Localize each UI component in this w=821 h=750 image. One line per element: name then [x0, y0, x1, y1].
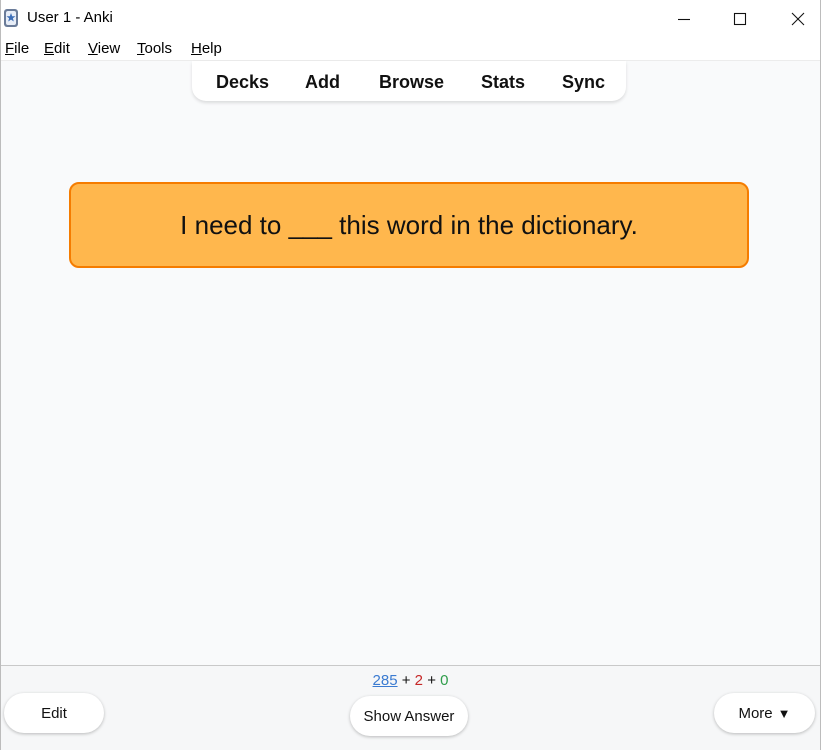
show-answer-label: Show Answer	[363, 707, 455, 725]
anki-app-icon	[3, 8, 19, 28]
menu-help-accel: H	[191, 40, 202, 57]
review-bottom-bar: 285 + 2 + 0 Edit Show Answer More ▼	[1, 665, 820, 750]
due-counts: 285 + 2 + 0	[1, 672, 820, 689]
toolbar-add-link[interactable]: Add	[305, 72, 340, 93]
toolbar-sync-link[interactable]: Sync	[562, 72, 605, 93]
menu-view-accel: V	[88, 40, 98, 57]
menu-file-accel: F	[5, 40, 15, 57]
toolbar-decks-link[interactable]: Decks	[216, 72, 269, 93]
more-button[interactable]: More ▼	[714, 693, 815, 733]
menu-tools-label: ools	[144, 40, 173, 57]
close-icon	[791, 12, 805, 25]
new-count[interactable]: 285	[373, 672, 398, 689]
toolbar-browse-link[interactable]: Browse	[379, 72, 444, 93]
menu-help-label: elp	[201, 40, 222, 57]
maximize-icon	[733, 12, 747, 25]
menu-file[interactable]: File	[5, 40, 29, 57]
edit-button[interactable]: Edit	[4, 693, 104, 733]
edit-button-label: Edit	[41, 704, 67, 722]
menu-edit[interactable]: Edit	[44, 40, 70, 57]
anki-window: User 1 - Anki File Edit View Tools Help …	[0, 0, 821, 750]
title-bar[interactable]: User 1 - Anki	[1, 0, 820, 37]
count-separator: +	[427, 672, 436, 689]
menu-tools-accel: T	[137, 40, 145, 57]
minimize-icon	[678, 18, 690, 20]
menu-view-label: iew	[97, 40, 121, 57]
menu-tools[interactable]: Tools	[137, 40, 172, 57]
review-count: 0	[440, 672, 449, 689]
maximize-button[interactable]	[711, 0, 769, 37]
menu-edit-accel: E	[44, 40, 55, 57]
menu-edit-label: dit	[54, 40, 70, 57]
show-answer-button[interactable]: Show Answer	[350, 696, 468, 736]
menu-view[interactable]: View	[88, 40, 120, 57]
menu-bar: File Edit View Tools Help	[1, 37, 820, 61]
minimize-button[interactable]	[655, 0, 713, 37]
more-button-label: More	[738, 704, 773, 722]
card-question-box: I need to ___ this word in the dictionar…	[69, 182, 749, 268]
close-button[interactable]	[769, 0, 821, 37]
menu-help[interactable]: Help	[191, 40, 222, 57]
card-question-text: I need to ___ this word in the dictionar…	[180, 209, 638, 240]
learn-count: 2	[414, 672, 424, 689]
count-separator: +	[401, 672, 411, 689]
menu-file-label: ile	[14, 40, 30, 57]
toolbar-stats-link[interactable]: Stats	[481, 72, 525, 93]
triangle-down-icon: ▼	[777, 705, 791, 721]
window-title: User 1 - Anki	[27, 9, 113, 26]
main-toolbar: Decks Add Browse Stats Sync	[192, 61, 626, 101]
